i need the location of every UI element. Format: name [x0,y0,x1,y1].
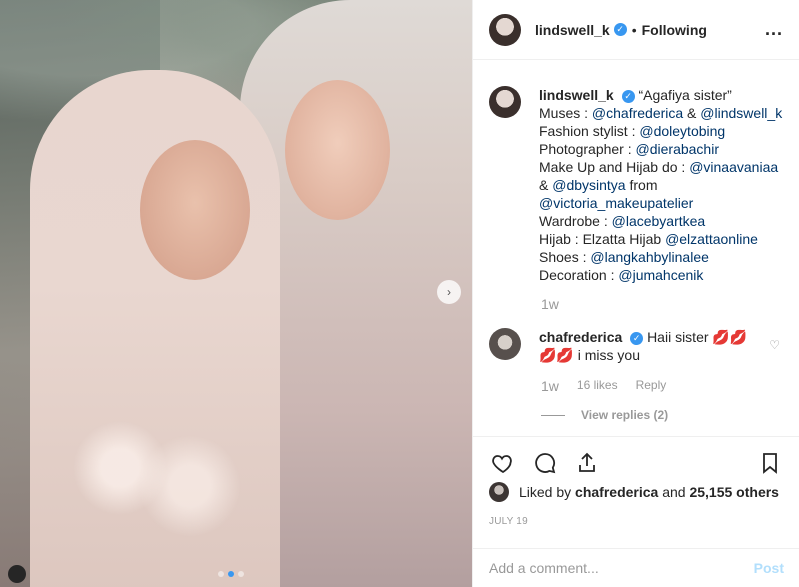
carousel-dots [218,571,244,577]
carousel-dot [238,571,244,577]
comment-text: i miss you [577,347,640,363]
post-photo[interactable]: › [0,0,472,587]
carousel-next-button[interactable]: › [437,280,461,304]
post-comment-button[interactable]: Post [754,560,784,576]
carousel-dot-active [228,571,234,577]
share-icon[interactable] [573,449,601,477]
replies-divider [541,414,565,416]
author-username[interactable]: lindswell_k [535,22,610,38]
verified-icon: ✓ [613,23,627,36]
tag-icon[interactable] [8,565,26,583]
carousel-next-icon: › [447,285,451,299]
view-replies-label[interactable]: View replies (2) [581,408,668,422]
post-caption: lindswell_k ✓ “Agafiya sister” Muses : @… [489,86,784,284]
caption-line: Hijab : Elzatta Hijab @elzattaonline [539,231,758,247]
comment-likes[interactable]: 16 likes [577,378,618,394]
post-header: lindswell_k ✓ • Following ... [473,0,799,60]
caption-timestamp: 1w [541,296,559,312]
caption-line: “Agafiya sister” [638,87,732,103]
post-actions [473,436,799,488]
caption-line: Make Up and Hijab do : @vinaavaniaa [539,159,779,175]
mention-link[interactable]: @langkahbylinalee [590,249,709,265]
mention-link[interactable]: @jumahcenik [618,267,703,283]
mention-link[interactable]: @lacebyartkea [612,213,706,229]
comment-meta: 1w 16 likes Reply [541,378,784,394]
mention-link[interactable]: @chafrederica [592,105,683,121]
caption-line: Wardrobe : @lacebyartkea [539,213,706,229]
heart-icon[interactable] [489,449,517,477]
mention-link[interactable]: @dbysintya [552,177,625,193]
verified-icon: ✓ [630,331,644,345]
comment-text: Haii sister [647,329,709,345]
more-icon[interactable]: ... [765,19,783,40]
caption-line: @victoria_makeupatelier [539,194,782,212]
caption-line: Shoes : @langkahbylinalee [539,249,709,265]
mention-link[interactable]: @dierabachir [636,141,719,157]
photo-lace-detail [60,420,260,540]
comments-section: lindswell_k ✓ “Agafiya sister” Muses : @… [473,60,799,432]
caption-line: Photographer : @dierabachir [539,141,719,157]
photo-face-left [140,140,250,280]
caption-line: Decoration : @jumahcenik [539,267,704,283]
liker-username[interactable]: chafrederica [575,484,658,500]
post-details-panel: lindswell_k ✓ • Following ... lindswell_… [472,0,799,587]
caption-text: lindswell_k ✓ “Agafiya sister” Muses : @… [539,86,782,284]
comment-body: chafrederica ✓ Haii sister 💋💋 💋💋 i miss … [539,328,759,364]
caption-avatar[interactable] [489,86,521,118]
commenter-username[interactable]: chafrederica [539,329,622,345]
likes-summary: Liked by chafrederica and 25,155 others [489,482,779,502]
following-button[interactable]: Following [642,22,707,38]
verified-icon: ✓ [621,89,635,103]
caption-line: Fashion stylist : @doleytobing [539,123,726,139]
separator-bullet: • [631,21,637,38]
mention-link[interactable]: @lindswell_k [700,105,782,121]
likes-count[interactable]: 25,155 others [689,484,779,500]
reply-button[interactable]: Reply [636,378,667,394]
mention-link[interactable]: @elzattaonline [665,231,758,247]
caption-username[interactable]: lindswell_k [539,87,614,103]
comment-timestamp: 1w [541,378,559,394]
mention-link[interactable]: @vinaavaniaa [689,159,778,175]
mention-link[interactable]: @victoria_makeupatelier [539,195,693,211]
likes-prefix: Liked by [519,484,572,500]
comment-item: chafrederica ✓ Haii sister 💋💋 💋💋 i miss … [489,328,784,364]
kiss-emoji: 💋💋 [539,347,574,363]
liker-avatar[interactable] [489,482,509,502]
post-date[interactable]: JULY 19 [489,516,528,527]
carousel-dot [218,571,224,577]
small-heart-icon[interactable]: ♡ [769,338,780,352]
likes-middle: and [662,484,686,500]
caption-line: Muses : @chafrederica & @lindswell_k [539,105,783,121]
view-replies[interactable]: View replies (2) [541,408,784,422]
commenter-avatar[interactable] [489,328,521,360]
caption-line: & @dbysintya from [539,177,658,193]
add-comment-bar: Post [473,548,799,587]
add-comment-input[interactable] [489,560,754,576]
photo-face-right [285,80,390,220]
mention-link[interactable]: @doleytobing [639,123,725,139]
author-avatar[interactable] [489,13,521,46]
comment-icon[interactable] [531,449,559,477]
kiss-emoji: 💋💋 [712,329,748,345]
bookmark-icon[interactable] [756,449,784,477]
